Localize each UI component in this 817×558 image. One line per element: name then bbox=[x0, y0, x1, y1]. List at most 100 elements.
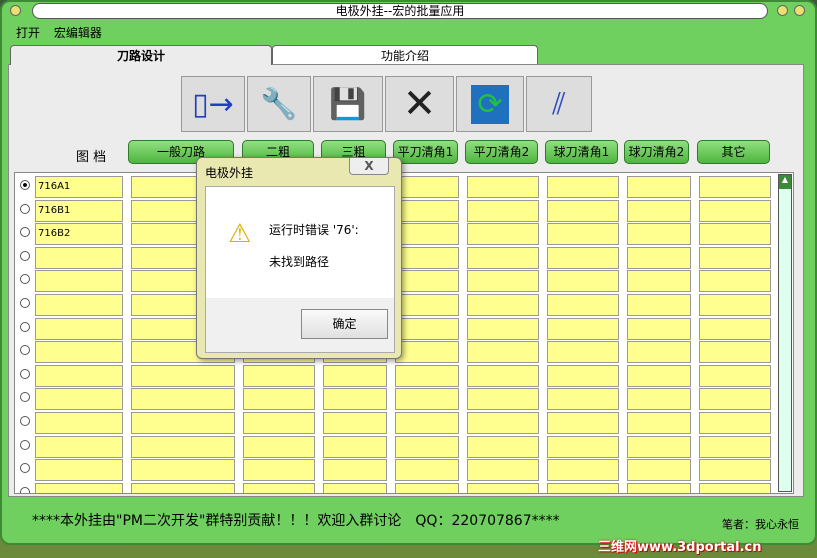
grid-cell[interactable] bbox=[699, 294, 771, 316]
grid-cell[interactable] bbox=[627, 364, 691, 387]
grid-cell[interactable] bbox=[131, 388, 235, 411]
grid-cell[interactable] bbox=[547, 223, 619, 246]
grid-cell[interactable] bbox=[547, 246, 619, 269]
category-button[interactable]: 平刀清角1 bbox=[393, 140, 458, 164]
grid-cell[interactable] bbox=[627, 317, 691, 340]
grid-cell[interactable] bbox=[467, 482, 539, 493]
row-radio[interactable] bbox=[20, 416, 30, 426]
grid-cell[interactable] bbox=[699, 199, 771, 222]
file-name-cell[interactable] bbox=[35, 364, 123, 387]
grid-cell[interactable] bbox=[467, 341, 539, 364]
tab-feature-intro[interactable]: 功能介绍 bbox=[272, 45, 538, 65]
grid-cell[interactable] bbox=[131, 364, 235, 387]
file-name-cell[interactable]: 716B1 bbox=[35, 199, 123, 222]
grid-cell[interactable] bbox=[627, 341, 691, 364]
grid-cell[interactable] bbox=[467, 176, 539, 198]
grid-cell[interactable] bbox=[627, 246, 691, 269]
grid-cell[interactable] bbox=[699, 364, 771, 387]
grid-cell[interactable] bbox=[547, 435, 619, 458]
grid-cell[interactable] bbox=[243, 364, 315, 387]
grid-cell[interactable] bbox=[467, 270, 539, 293]
grid-cell[interactable] bbox=[467, 246, 539, 269]
file-name-cell[interactable] bbox=[35, 317, 123, 340]
row-radio[interactable] bbox=[20, 274, 30, 285]
row-radio[interactable] bbox=[20, 180, 30, 190]
grid-cell[interactable] bbox=[395, 176, 459, 198]
grid-cell[interactable] bbox=[547, 482, 619, 493]
grid-cell[interactable] bbox=[131, 482, 235, 493]
refresh-button[interactable]: ⟳ bbox=[456, 76, 524, 132]
grid-cell[interactable] bbox=[627, 294, 691, 316]
grid-cell[interactable] bbox=[699, 341, 771, 364]
grid-cell[interactable] bbox=[131, 412, 235, 434]
grid-cell[interactable] bbox=[131, 459, 235, 482]
grid-cell[interactable] bbox=[395, 482, 459, 493]
grid-cell[interactable] bbox=[395, 246, 459, 269]
grid-cell[interactable] bbox=[323, 459, 387, 482]
row-radio[interactable] bbox=[20, 486, 30, 493]
grid-cell[interactable] bbox=[395, 364, 459, 387]
grid-cell[interactable] bbox=[699, 482, 771, 493]
grid-cell[interactable] bbox=[627, 270, 691, 293]
grid-cell[interactable] bbox=[467, 388, 539, 411]
row-radio[interactable] bbox=[20, 463, 30, 474]
grid-cell[interactable] bbox=[323, 364, 387, 387]
import-button[interactable]: ▯→ bbox=[181, 76, 245, 132]
grid-cell[interactable] bbox=[243, 412, 315, 434]
grid-cell[interactable] bbox=[547, 317, 619, 340]
row-radio[interactable] bbox=[20, 439, 30, 450]
delete-button[interactable]: ✕ bbox=[385, 76, 454, 132]
grid-cell[interactable] bbox=[627, 223, 691, 246]
grid-cell[interactable] bbox=[699, 459, 771, 482]
file-name-cell[interactable] bbox=[35, 459, 123, 482]
grid-cell[interactable] bbox=[243, 459, 315, 482]
grid-cell[interactable] bbox=[395, 388, 459, 411]
window-menu-icon[interactable] bbox=[10, 5, 21, 16]
grid-cell[interactable] bbox=[395, 341, 459, 364]
grid-cell[interactable] bbox=[699, 388, 771, 411]
grid-cell[interactable] bbox=[467, 294, 539, 316]
grid-cell[interactable] bbox=[699, 246, 771, 269]
grid-cell[interactable] bbox=[699, 270, 771, 293]
grid-cell[interactable] bbox=[323, 482, 387, 493]
grid-cell[interactable] bbox=[547, 294, 619, 316]
grid-cell[interactable] bbox=[699, 176, 771, 198]
menu-open[interactable]: 打开 bbox=[16, 26, 40, 40]
row-radio[interactable] bbox=[20, 368, 30, 379]
file-name-cell[interactable]: 716A1 bbox=[35, 176, 123, 198]
grid-cell[interactable] bbox=[627, 435, 691, 458]
grid-cell[interactable] bbox=[243, 435, 315, 458]
grid-cell[interactable] bbox=[467, 364, 539, 387]
grid-cell[interactable] bbox=[627, 482, 691, 493]
file-name-cell[interactable] bbox=[35, 341, 123, 364]
file-name-cell[interactable] bbox=[35, 482, 123, 493]
row-radio[interactable] bbox=[20, 298, 30, 308]
grid-cell[interactable] bbox=[323, 412, 387, 434]
menu-macro-editor[interactable]: 宏编辑器 bbox=[54, 26, 102, 40]
grid-cell[interactable] bbox=[467, 459, 539, 482]
grid-cell[interactable] bbox=[467, 317, 539, 340]
grid-cell[interactable] bbox=[243, 388, 315, 411]
grid-cell[interactable] bbox=[395, 294, 459, 316]
grid-cell[interactable] bbox=[323, 435, 387, 458]
grid-cell[interactable] bbox=[467, 199, 539, 222]
grid-cell[interactable] bbox=[627, 199, 691, 222]
scroll-up-icon[interactable]: ▲ bbox=[779, 175, 791, 189]
row-radio[interactable] bbox=[20, 345, 30, 356]
file-name-cell[interactable] bbox=[35, 294, 123, 316]
grid-cell[interactable] bbox=[467, 223, 539, 246]
category-button[interactable]: 球刀清角1 bbox=[545, 140, 618, 164]
grid-cell[interactable] bbox=[547, 270, 619, 293]
row-radio[interactable] bbox=[20, 321, 30, 332]
grid-cell[interactable] bbox=[547, 341, 619, 364]
tool-run-button[interactable]: ⫽ bbox=[526, 76, 592, 132]
grid-cell[interactable] bbox=[547, 459, 619, 482]
grid-cell[interactable] bbox=[395, 270, 459, 293]
close-button[interactable] bbox=[794, 5, 805, 16]
category-button[interactable]: 球刀清角2 bbox=[624, 140, 689, 164]
grid-cell[interactable] bbox=[395, 199, 459, 222]
file-name-cell[interactable] bbox=[35, 388, 123, 411]
row-radio[interactable] bbox=[20, 227, 30, 238]
file-name-cell[interactable] bbox=[35, 412, 123, 434]
category-button[interactable]: 其它 bbox=[697, 140, 770, 164]
